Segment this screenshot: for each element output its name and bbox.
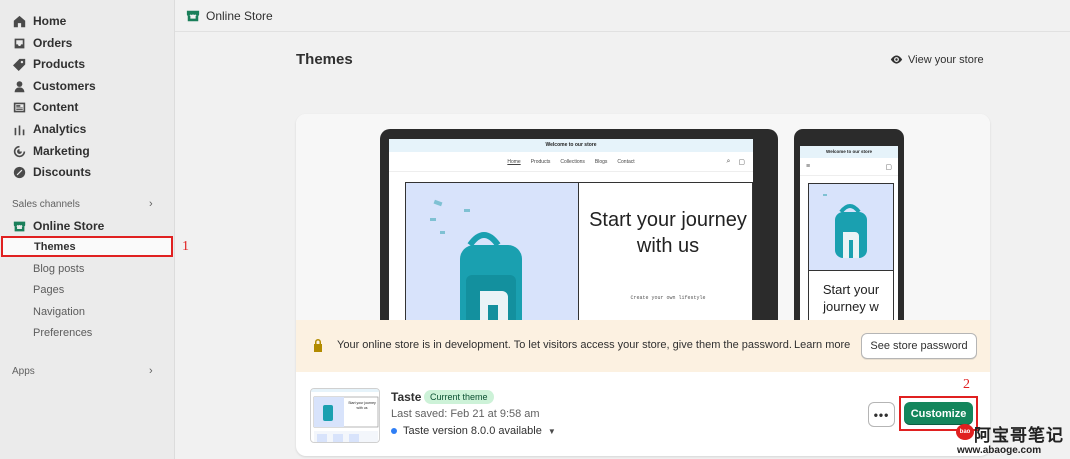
watermark-badge: bao xyxy=(956,424,974,440)
sidebar-subitem-themes[interactable]: Themes xyxy=(1,236,173,257)
inbox-icon xyxy=(12,36,26,50)
store-icon xyxy=(186,10,200,21)
sidebar-item-products[interactable]: Products xyxy=(0,53,175,75)
store-nav-icons: ⌕ ▢ xyxy=(726,152,745,172)
backpack-illustration xyxy=(430,199,522,339)
laptop-mockup: Welcome to our store Home Products Colle… xyxy=(380,129,778,339)
bar-chart-icon xyxy=(12,122,26,136)
sidebar-subitem-pages[interactable]: Pages xyxy=(0,279,175,300)
sidebar-item-online-store[interactable]: Online Store xyxy=(0,215,175,237)
eye-icon xyxy=(890,55,903,64)
lock-icon xyxy=(314,339,322,352)
sidebar-subitem-preferences[interactable]: Preferences xyxy=(0,322,175,343)
apps-label: Apps xyxy=(12,366,35,377)
sidebar-item-orders[interactable]: Orders xyxy=(0,32,175,54)
sidebar-item-analytics[interactable]: Analytics xyxy=(0,118,175,140)
store-nav-item: Products xyxy=(530,158,551,165)
sidebar-item-marketing[interactable]: Marketing xyxy=(0,140,175,162)
hero-heading: Start your journey with us xyxy=(589,209,747,257)
phone-screen: Welcome to our store ≡ ▢ Start your jour… xyxy=(800,146,898,339)
last-saved-text: Last saved: Feb 21 at 9:58 am xyxy=(391,408,540,420)
watermark-url: www.abaoge.com xyxy=(957,445,1042,456)
sidebar-subitem-navigation[interactable]: Navigation xyxy=(0,301,175,322)
sidebar-item-label: Home xyxy=(33,14,67,28)
phone-mockup: Welcome to our store ≡ ▢ Start your jour… xyxy=(794,129,904,339)
sidebar: Home Orders Products Customers Content A… xyxy=(0,0,175,459)
learn-more-link[interactable]: Learn more xyxy=(794,339,850,351)
more-actions-button[interactable]: ••• xyxy=(868,402,895,427)
phone-announcement-bar: Welcome to our store xyxy=(800,146,898,158)
theme-card: Welcome to our store Home Products Colle… xyxy=(296,114,990,456)
home-icon xyxy=(12,14,26,28)
sidebar-item-customers[interactable]: Customers xyxy=(0,75,175,97)
content-icon xyxy=(12,100,26,114)
sidebar-item-label: Products xyxy=(33,57,86,71)
sidebar-item-label: Marketing xyxy=(33,144,90,158)
theme-preview[interactable]: Welcome to our store Home Products Colle… xyxy=(296,114,990,339)
theme-thumbnail-image xyxy=(311,389,379,442)
hero-subtext: Create your own lifestyle xyxy=(630,295,706,301)
target-icon xyxy=(12,144,26,158)
watermark-title: 阿宝哥笔记 xyxy=(974,426,1064,445)
store-nav-item: Collections xyxy=(560,158,585,165)
store-nav-item: Home xyxy=(507,158,521,165)
hero-banner: Start your journey with us Create your o… xyxy=(405,182,753,339)
chevron-right-icon[interactable]: › xyxy=(149,365,153,377)
store-nav-item: Contact xyxy=(617,158,635,165)
see-store-password-button[interactable]: See store password xyxy=(861,333,977,359)
hero-image xyxy=(406,183,579,339)
menu-icon: ≡ xyxy=(806,163,811,170)
theme-version-label: Taste version 8.0.0 available xyxy=(403,425,542,437)
backpack-illustration xyxy=(823,194,867,258)
sidebar-item-label: Orders xyxy=(33,36,73,50)
sidebar-subitem-blog-posts[interactable]: Blog posts xyxy=(0,258,175,279)
sidebar-item-content[interactable]: Content xyxy=(0,96,175,118)
sidebar-item-label: Customers xyxy=(33,79,96,93)
theme-thumbnail-text: Start your journey with us xyxy=(348,401,376,410)
sidebar-item-home[interactable]: Home xyxy=(0,10,175,32)
theme-version-dropdown[interactable]: Taste version 8.0.0 available ▼ xyxy=(391,425,556,437)
laptop-screen: Welcome to our store Home Products Colle… xyxy=(389,139,753,339)
banner-text: Your online store is in development. To … xyxy=(337,339,792,351)
annotation-number-2: 2 xyxy=(963,377,970,392)
watermark: bao 阿宝哥笔记 www.abaoge.com xyxy=(956,421,1068,457)
discount-icon xyxy=(12,165,26,179)
page-title: Themes xyxy=(296,51,353,68)
view-store-label: View your store xyxy=(908,53,984,66)
announcement-bar: Welcome to our store xyxy=(389,139,753,152)
topbar-title: Online Store xyxy=(206,8,273,23)
store-nav-item: Blogs xyxy=(594,158,608,165)
chevron-right-icon[interactable]: › xyxy=(149,198,153,210)
bag-icon: ▢ xyxy=(738,159,745,166)
annotation-number-1: 1 xyxy=(182,239,189,254)
phone-nav: ≡ ▢ xyxy=(800,158,898,176)
search-icon: ⌕ xyxy=(726,158,731,165)
sidebar-item-label: Online Store xyxy=(33,219,105,233)
sidebar-item-label: Analytics xyxy=(33,122,87,136)
tag-icon xyxy=(12,57,26,71)
sales-channels-label: Sales channels xyxy=(12,199,80,210)
top-bar: Online Store xyxy=(175,0,1070,32)
view-store-link[interactable]: View your store xyxy=(890,53,984,66)
phone-hero-image xyxy=(808,183,894,271)
sidebar-item-label: Discounts xyxy=(33,165,92,179)
sidebar-item-discounts[interactable]: Discounts xyxy=(0,161,175,183)
person-icon xyxy=(12,79,26,93)
development-banner: Your online store is in development. To … xyxy=(296,320,990,372)
store-icon xyxy=(12,219,26,233)
theme-name: Taste xyxy=(391,390,422,404)
store-nav: Home Products Collections Blogs Contact xyxy=(389,152,753,172)
theme-thumbnail: Start your journey with us xyxy=(310,388,380,443)
current-theme-badge: Current theme xyxy=(424,390,494,404)
status-dot-icon xyxy=(391,428,397,434)
bag-icon: ▢ xyxy=(885,163,892,171)
sidebar-item-label: Content xyxy=(33,100,79,114)
caret-down-icon: ▼ xyxy=(547,426,556,436)
